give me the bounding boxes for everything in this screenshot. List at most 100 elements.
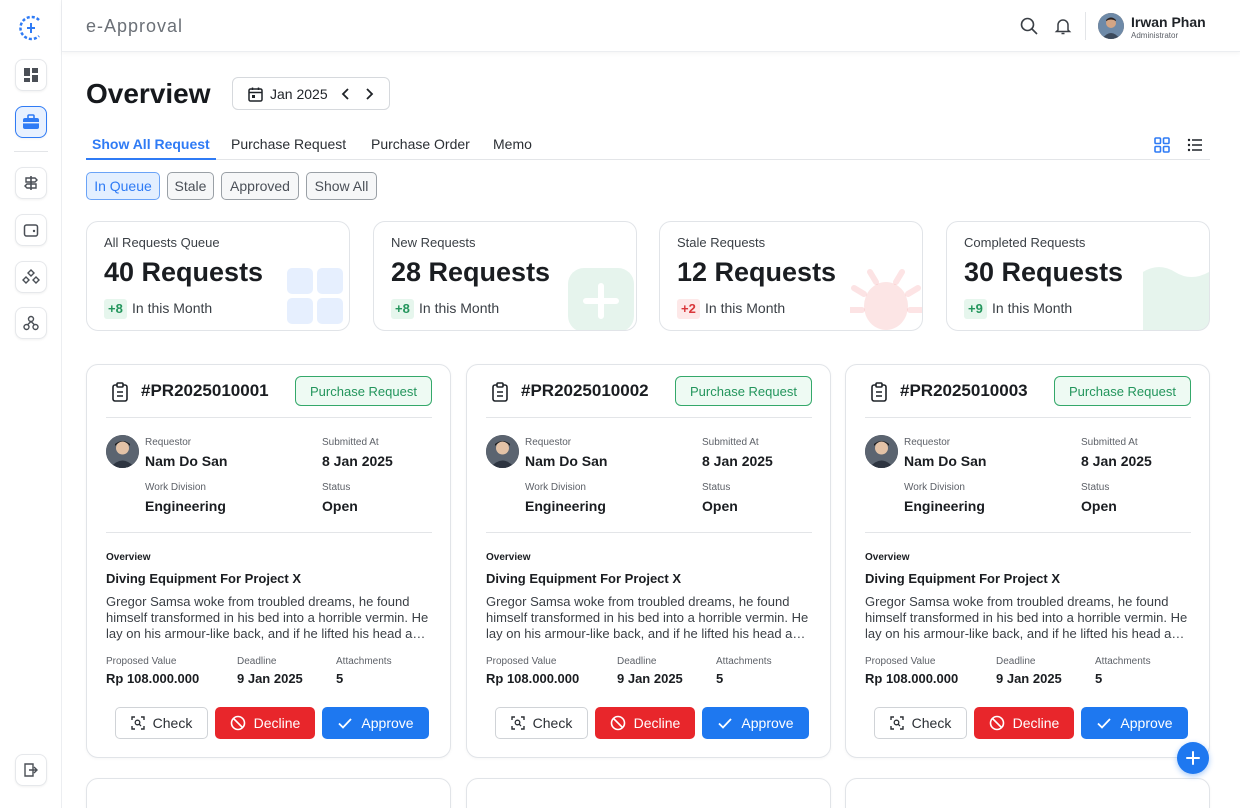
add-icon [568,268,634,330]
submitted-at-value: 8 Jan 2025 [1081,453,1152,469]
filter-in-queue[interactable]: In Queue [86,172,160,200]
stat-card-new-requests[interactable]: New Requests 28 Requests +8 In this Mont… [373,221,637,331]
app-logo [17,14,45,42]
request-card-partial[interactable] [86,778,451,808]
hierarchy-icon [23,315,39,331]
status-label: Status [322,482,351,493]
request-description: Gregor Samsa woke from troubled dreams, … [486,594,816,642]
tab-show-all-request[interactable]: Show All Request [92,136,210,152]
decline-button[interactable]: Decline [215,707,315,739]
requestor-name: Nam Do San [145,453,228,469]
divider [486,532,812,533]
checkmark-icon [1097,718,1112,729]
filter-stale[interactable]: Stale [167,172,214,200]
divider [106,532,432,533]
check-button[interactable]: Check [874,707,967,739]
divider [106,417,432,418]
search-button[interactable] [1019,16,1039,36]
tab-purchase-order[interactable]: Purchase Order [371,136,470,152]
approve-button-label: Approve [361,715,414,731]
stat-delta: +8 [104,299,127,319]
approve-button[interactable]: Approve [322,707,429,739]
approve-button[interactable]: Approve [702,707,809,739]
clipboard-icon [112,382,128,402]
decline-button[interactable]: Decline [595,707,695,739]
attachments-label: Attachments [336,656,392,667]
stat-note: In this Month [132,300,213,316]
sidebar-item-wallet[interactable] [15,214,47,246]
request-id: #PR2025010001 [141,381,269,400]
clipboard-icon [871,382,887,402]
tab-purchase-request[interactable]: Purchase Request [231,136,346,152]
stat-label: Completed Requests [964,235,1086,250]
proposed-value: Rp 108.000.000 [486,671,580,686]
bug-icon [850,269,922,330]
wallet-icon [23,224,39,237]
previous-month-button[interactable] [337,85,355,103]
stat-note: In this Month [992,300,1073,316]
grid-view-button[interactable] [1153,136,1171,154]
decline-button-label: Decline [1012,715,1060,731]
list-view-button[interactable] [1186,136,1204,154]
tab-memo[interactable]: Memo [493,136,532,152]
next-month-button[interactable] [360,85,378,103]
sidebar-item-inventory[interactable] [15,261,47,293]
divider [865,532,1191,533]
sidebar-item-routes[interactable] [15,167,47,199]
add-request-button[interactable] [1177,742,1209,774]
stat-note: In this Month [419,300,500,316]
filter-show-all[interactable]: Show All [306,172,377,200]
submitted-at-label: Submitted At [1081,437,1138,448]
check-button-label: Check [152,715,193,731]
deadline-label: Deadline [996,656,1036,667]
user-name[interactable]: Irwan Phan [1131,14,1206,30]
deadline-value: 9 Jan 2025 [996,671,1062,686]
plus-icon [1186,751,1200,765]
submitted-at-value: 8 Jan 2025 [322,453,393,469]
briefcase-icon [23,114,39,129]
request-card[interactable]: #PR2025010001 Purchase Request Requestor… [86,364,451,758]
attachments-count: 5 [1095,671,1103,686]
requestor-name: Nam Do San [904,453,987,469]
stat-value: 28 Requests [391,257,551,287]
work-division-value: Engineering [145,498,226,514]
check-button[interactable]: Check [495,707,588,739]
app-title: e-Approval [86,16,184,36]
stat-card-stale-requests[interactable]: Stale Requests 12 Requests +2 In this Mo… [659,221,923,331]
sidebar-item-dashboard[interactable] [15,59,47,91]
divider [865,417,1191,418]
stat-delta: +2 [677,299,700,319]
stat-value: 12 Requests [677,257,837,287]
sidebar-item-logout[interactable] [15,754,47,786]
month-picker[interactable]: Jan 2025 [232,77,390,110]
approve-button[interactable]: Approve [1081,707,1188,739]
check-button[interactable]: Check [115,707,208,739]
sidebar-item-organization[interactable] [15,307,47,339]
requestor-avatar [865,435,898,468]
requestor-avatar [486,435,519,468]
stat-card-completed-requests[interactable]: Completed Requests 30 Requests +9 In thi… [946,221,1210,331]
filter-approved[interactable]: Approved [221,172,299,200]
decline-button-label: Decline [253,715,301,731]
deadline-value: 9 Jan 2025 [237,671,303,686]
stat-delta: +8 [391,299,414,319]
attachments-count: 5 [716,671,724,686]
user-avatar[interactable] [1098,13,1124,39]
request-card-partial[interactable] [845,778,1210,808]
request-card[interactable]: #PR2025010002 Purchase Request Requestor… [466,364,831,758]
request-description: Gregor Samsa woke from troubled dreams, … [106,594,436,642]
sidebar-item-requests[interactable] [15,106,47,138]
top-bar: e-Approval Irwan Phan Administrator [62,0,1240,52]
chevron-left-icon [341,88,349,100]
notifications-button[interactable] [1053,16,1073,36]
requestor-label: Requestor [145,437,192,448]
approve-button-label: Approve [1120,715,1173,731]
stat-value: 40 Requests [104,257,264,287]
request-card[interactable]: #PR2025010003 Purchase Request Requestor… [845,364,1210,758]
scan-icon [130,716,145,730]
scan-icon [889,716,904,730]
clipboard-icon [492,382,508,402]
request-card-partial[interactable] [466,778,831,808]
stat-card-all-requests[interactable]: All Requests Queue 40 Requests +8 In thi… [86,221,350,331]
decline-button[interactable]: Decline [974,707,1074,739]
